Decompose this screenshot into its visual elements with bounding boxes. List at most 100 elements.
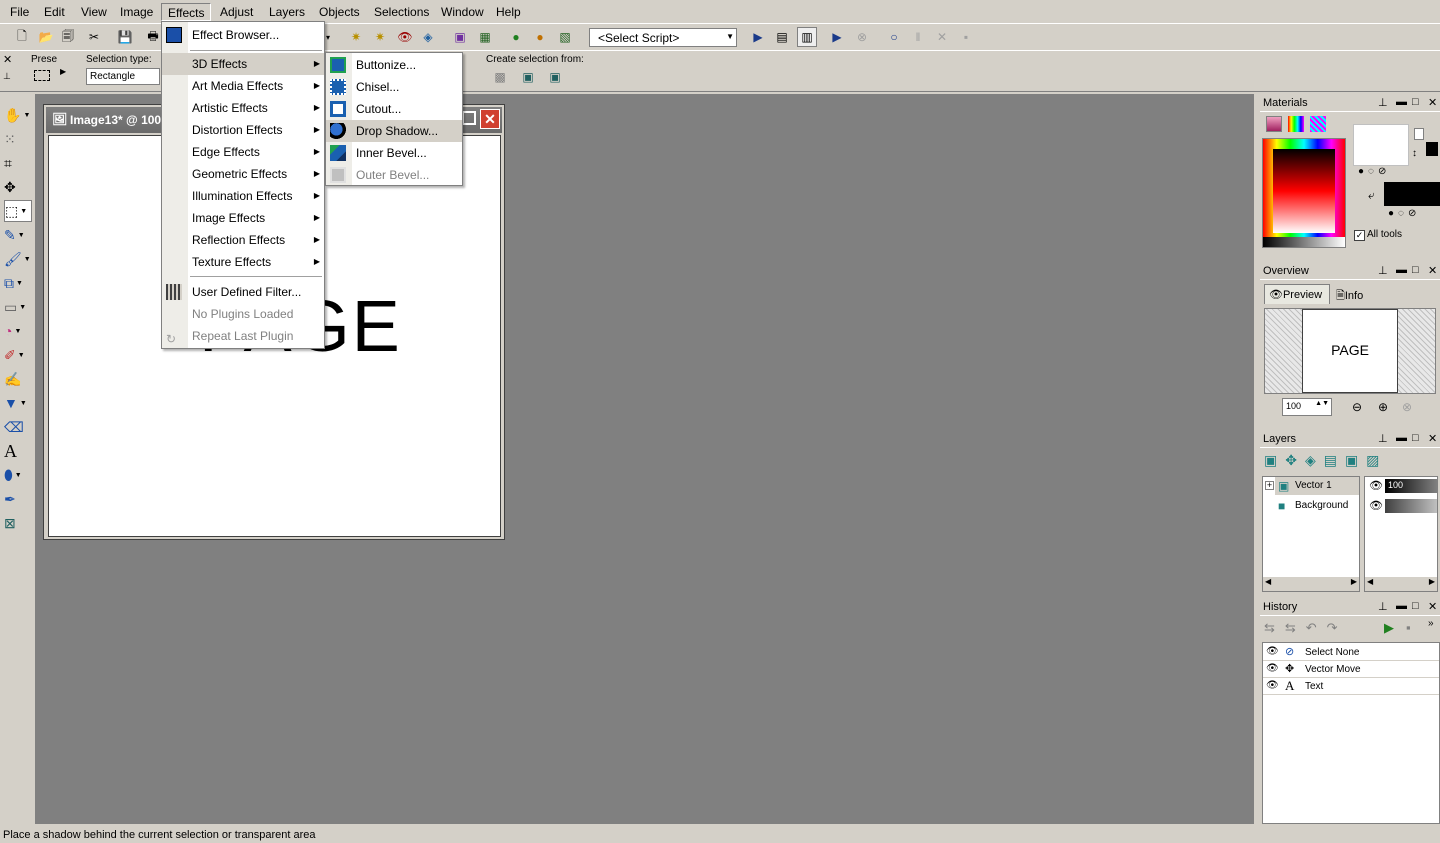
menu-edit[interactable]: Edit	[38, 3, 71, 21]
menu-item-reflection-effects[interactable]: Reflection Effects ▶	[162, 229, 324, 251]
smudge-tool-icon[interactable]: ✐ ▼	[4, 344, 32, 366]
script-select[interactable]: <Select Script> ▼	[589, 28, 737, 47]
retouch-icon[interactable]: ●	[506, 27, 526, 47]
lighten-tool-icon[interactable]: ✍	[4, 368, 32, 390]
visibility-eye-icon[interactable]: 👁	[1369, 479, 1383, 492]
zoom-tool-icon[interactable]: ⁙	[4, 128, 32, 150]
minimize-icon[interactable]: ▬	[1396, 264, 1407, 276]
picture-frame-icon[interactable]: ▧	[555, 27, 575, 47]
spinner-icon[interactable]: ▲▼	[1315, 400, 1329, 407]
close-icon[interactable]: ✕	[1428, 264, 1437, 277]
layer-list-scrollbar[interactable]: ◀ ▶	[1263, 577, 1359, 591]
menu-item-3d-effects[interactable]: 3D Effects ▶	[162, 53, 324, 75]
menu-effects[interactable]: Effects	[161, 3, 212, 21]
history-item[interactable]: 👁 ⊘ Select None	[1263, 645, 1439, 661]
pause-icon[interactable]: ‖	[908, 27, 928, 47]
pen-tool-icon[interactable]: ✒	[4, 488, 32, 510]
eraser-tool-icon[interactable]: ⌫	[4, 416, 32, 438]
menu-adjust[interactable]: Adjust	[214, 3, 259, 21]
portrait-icon[interactable]: ▣	[450, 27, 470, 47]
color-square[interactable]	[1273, 149, 1335, 233]
landscape-icon[interactable]: ▦	[475, 27, 495, 47]
menu-layers[interactable]: Layers	[263, 3, 311, 21]
menu-item-effect-browser[interactable]: Effect Browser...	[162, 24, 324, 46]
menu-item-drop-shadow[interactable]: Drop Shadow...	[326, 120, 462, 142]
history-item[interactable]: 👁 A Text	[1263, 678, 1439, 695]
zoom-input[interactable]: 100 ▲▼	[1282, 398, 1332, 416]
object-selector-tool-icon[interactable]: ⊠	[4, 512, 32, 534]
scroll-right-icon[interactable]: ▶	[1429, 577, 1435, 586]
menu-item-inner-bevel[interactable]: Inner Bevel...	[326, 142, 462, 164]
menu-window[interactable]: Window	[435, 3, 490, 21]
color-picker[interactable]	[1262, 138, 1346, 248]
menu-objects[interactable]: Objects	[313, 3, 366, 21]
new-file-icon[interactable]: 🗋	[12, 27, 32, 47]
selection-from-all-icon[interactable]: ▣	[545, 67, 565, 87]
scratch-remover-tool-icon[interactable]: ▭ ▼	[4, 296, 32, 318]
background-swatch[interactable]	[1384, 182, 1440, 206]
minimize-icon[interactable]: ▬	[1396, 96, 1407, 108]
tab-info[interactable]: 🗎Info	[1332, 284, 1378, 304]
close-icon[interactable]: ✕	[1428, 96, 1437, 109]
scroll-right-icon[interactable]: ▶	[1351, 577, 1357, 586]
menu-item-chisel[interactable]: Chisel...	[326, 76, 462, 98]
maximize-icon[interactable]	[462, 111, 476, 125]
zoom-fit-icon[interactable]: ⊗	[1402, 400, 1412, 414]
pin-icon[interactable]: ⊥	[1378, 264, 1388, 277]
open-folder-icon[interactable]: 📂	[36, 27, 56, 47]
scissors-icon[interactable]: ✂	[84, 27, 104, 47]
maximize-icon[interactable]: □	[1412, 264, 1419, 276]
save-icon[interactable]: 💾	[115, 27, 135, 47]
menu-file[interactable]: File	[4, 3, 35, 21]
crop-tool-icon[interactable]: ⌗	[4, 152, 32, 174]
menu-item-artistic-effects[interactable]: Artistic Effects ▶	[162, 97, 324, 119]
menu-selections[interactable]: Selections	[368, 3, 435, 21]
fg-style-icons[interactable]: ●◌⊘	[1358, 166, 1390, 177]
red-eye-icon[interactable]: 👁	[395, 27, 415, 47]
cancel-script-icon[interactable]: ⊗	[852, 27, 872, 47]
ellipse-tool-icon[interactable]: ⬮ ▼	[4, 464, 32, 486]
print-icon[interactable]: 🖶	[143, 27, 163, 47]
bg-style-icons[interactable]: ●◌⊘	[1388, 208, 1420, 219]
selection-tool-icon[interactable]: ⬚ ▼	[4, 200, 32, 222]
pin-icon[interactable]: ⊥	[1378, 600, 1388, 613]
retouch-warm-icon[interactable]: ●	[530, 27, 550, 47]
grayscale-strip[interactable]	[1263, 237, 1345, 247]
pin-icon[interactable]: ⊥	[1378, 96, 1388, 109]
close-icon[interactable]: ✕	[3, 53, 12, 66]
clone-brush-tool-icon[interactable]: ⧉ ▼	[4, 272, 32, 294]
swatches-icon[interactable]	[1310, 116, 1326, 132]
menu-item-user-defined-filter[interactable]: User Defined Filter...	[162, 281, 324, 303]
layer-tools[interactable]: ▣✥◈▤▣▨	[1264, 452, 1387, 469]
scroll-left-icon[interactable]: ◀	[1367, 577, 1373, 586]
frame-palette-icon[interactable]	[1266, 116, 1282, 132]
menu-item-geometric-effects[interactable]: Geometric Effects ▶	[162, 163, 324, 185]
opacity-bar[interactable]	[1385, 499, 1437, 513]
minimize-icon[interactable]: ▬	[1396, 432, 1407, 444]
zoom-out-icon[interactable]: ⊖	[1352, 400, 1362, 414]
browse-icon[interactable]: 🗐	[58, 27, 78, 47]
edit-script-icon[interactable]: ▤	[772, 27, 792, 47]
sparkle-icon[interactable]: ✷	[346, 27, 366, 47]
pin-icon[interactable]: ⊥	[3, 71, 11, 82]
expand-icon[interactable]: +	[1265, 481, 1274, 490]
selection-type-select[interactable]: Rectangle	[86, 68, 160, 85]
record-icon[interactable]: ○	[884, 27, 904, 47]
history-item[interactable]: 👁 ✥ Vector Move	[1263, 662, 1439, 678]
save-script-icon[interactable]: ▪	[956, 27, 976, 47]
menu-item-texture-effects[interactable]: Texture Effects ▶	[162, 251, 324, 273]
run-history-icon[interactable]: ▶	[1384, 620, 1394, 636]
menu-item-distortion-effects[interactable]: Distortion Effects ▶	[162, 119, 324, 141]
paint-brush-tool-icon[interactable]: 🖌 ▼	[4, 248, 32, 270]
cube-icon[interactable]: ◈	[418, 27, 438, 47]
swap-fg-bg-icon[interactable]: ⤶	[1368, 188, 1375, 203]
batch-run-icon[interactable]: ▶	[827, 27, 847, 47]
history-tools[interactable]: ⇆⇆↶↷	[1264, 620, 1348, 636]
menu-help[interactable]: Help	[490, 3, 527, 21]
save-history-icon[interactable]: ▪	[1406, 620, 1411, 635]
text-tool-icon[interactable]: A	[4, 440, 32, 462]
close-icon[interactable]: ✕	[480, 109, 500, 129]
script-window-icon[interactable]: ▥	[797, 27, 817, 47]
scroll-left-icon[interactable]: ◀	[1265, 577, 1271, 586]
fg-mini-swatch[interactable]	[1414, 128, 1424, 140]
